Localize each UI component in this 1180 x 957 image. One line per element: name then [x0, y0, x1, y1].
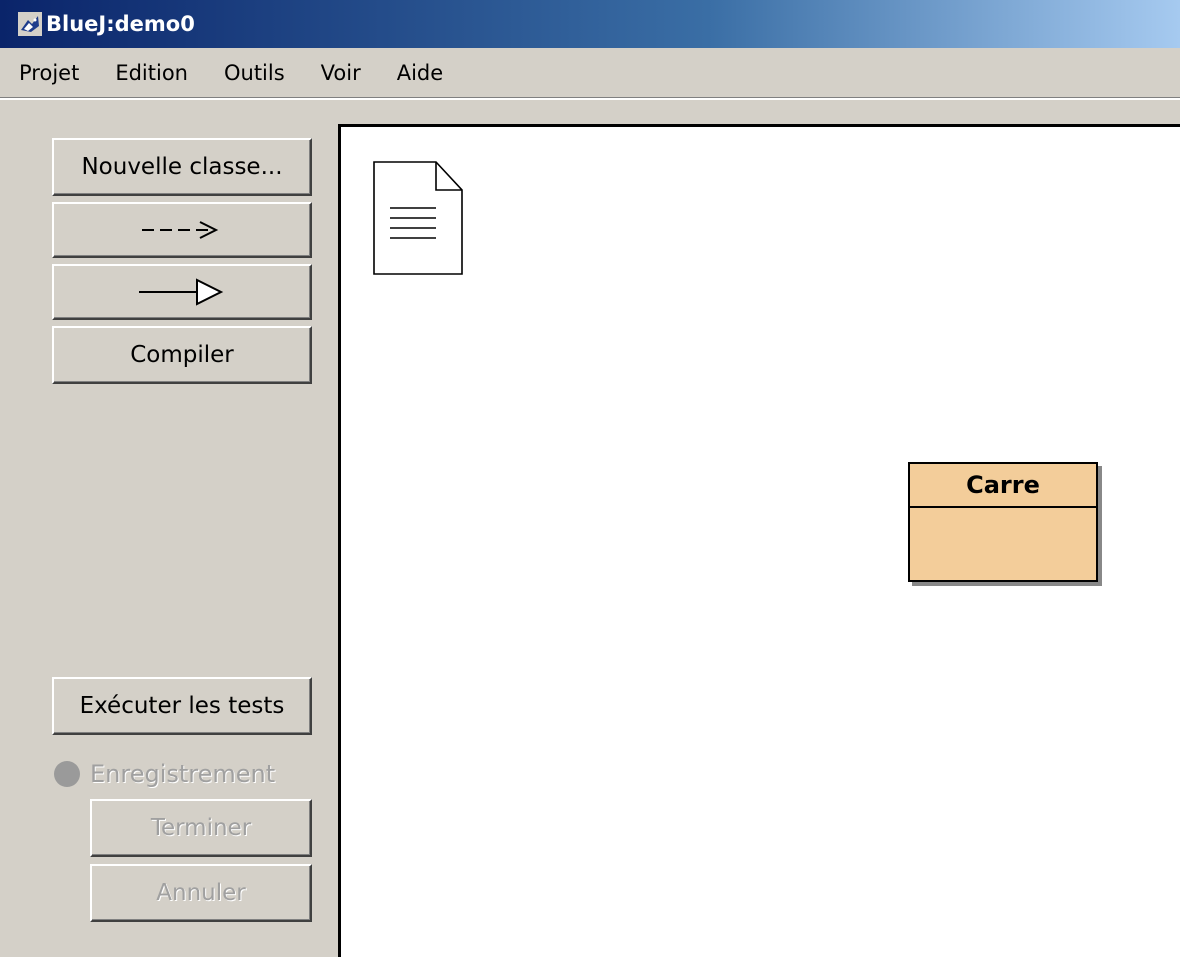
new-class-button[interactable]: Nouvelle classe... — [52, 138, 312, 196]
cancel-recording-button[interactable]: Annuler — [90, 864, 312, 922]
recording-indicator: Enregistrement — [54, 760, 275, 788]
menu-aide[interactable]: Aide — [391, 59, 449, 87]
uses-arrow-button[interactable] — [52, 202, 312, 258]
inheritance-arrow-icon — [139, 278, 224, 306]
recording-dot-icon — [54, 761, 80, 787]
menu-voir[interactable]: Voir — [315, 59, 367, 87]
recording-label: Enregistrement — [90, 760, 276, 788]
inherits-arrow-button[interactable] — [52, 264, 312, 320]
end-recording-button[interactable]: Terminer — [90, 799, 312, 857]
bluej-bird-icon — [18, 12, 42, 36]
readme-document-icon[interactable] — [370, 158, 464, 276]
menu-outils[interactable]: Outils — [218, 59, 291, 87]
menu-bar: Projet Edition Outils Voir Aide — [0, 48, 1180, 100]
menu-projet[interactable]: Projet — [11, 59, 85, 87]
dashed-arrow-icon — [142, 221, 219, 239]
class-name: Carre — [910, 464, 1096, 508]
run-tests-button[interactable]: Exécuter les tests — [52, 677, 312, 735]
window-title: BlueJ:demo0 — [46, 12, 195, 36]
menu-edition[interactable]: Edition — [109, 59, 194, 87]
compile-button[interactable]: Compiler — [52, 326, 312, 384]
title-bar[interactable]: BlueJ:demo0 — [0, 0, 1180, 48]
class-carre[interactable]: Carre — [908, 462, 1098, 582]
